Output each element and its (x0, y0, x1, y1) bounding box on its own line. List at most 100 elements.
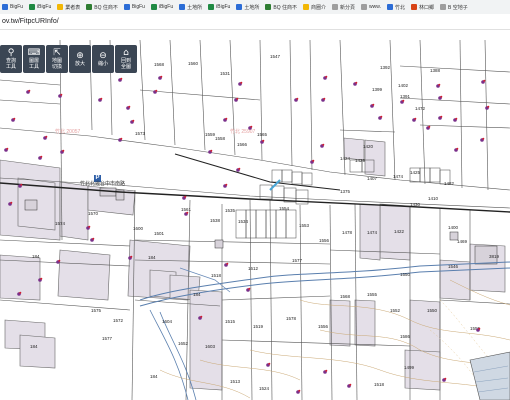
parcel-number[interactable]: 1420 (363, 144, 374, 149)
parcel-pin-icon[interactable] (378, 115, 383, 120)
parcel-number[interactable]: 1578 (286, 316, 297, 321)
parcel-number[interactable]: 1499 (404, 365, 415, 370)
parcel-pin-icon[interactable] (400, 99, 405, 104)
parcel-number[interactable]: 1531 (220, 71, 231, 76)
tool-button[interactable]: ⚲ 查詢 工具 (0, 45, 22, 73)
parcel-pin-icon[interactable] (320, 143, 325, 148)
parcel-pin-icon[interactable] (224, 262, 229, 267)
parcel-number[interactable]: 1547 (270, 54, 281, 59)
parcel-number[interactable]: 1515 (225, 319, 236, 324)
parcel-pin-icon[interactable] (266, 362, 271, 367)
bookmark-item[interactable]: 商圈介 (301, 4, 330, 11)
parcel-pin-icon[interactable] (453, 117, 458, 122)
parcel-number[interactable]: 1469 (457, 239, 468, 244)
bookmark-item[interactable]: 土地所 (177, 4, 206, 11)
bookmark-item[interactable]: B 空地子 (438, 4, 472, 11)
tool-button[interactable]: ⌨ 圖層 工具 (23, 45, 45, 73)
bookmark-item[interactable]: iBigFu (149, 4, 177, 10)
bookmark-item[interactable]: 新分頁 (330, 4, 359, 11)
bookmark-item[interactable]: 土地所 (234, 4, 263, 11)
parcel-pin-icon[interactable] (184, 211, 189, 216)
parcel-number[interactable]: 1573 (135, 131, 146, 136)
parcel-number[interactable]: 1556 (318, 324, 329, 329)
parcel-number[interactable]: 1524 (259, 386, 270, 391)
parcel-pin-icon[interactable] (310, 159, 315, 164)
parcel-number[interactable]: 184 (193, 292, 201, 297)
parcel-number[interactable]: 1472 (415, 106, 426, 111)
bookmark-item[interactable]: BQ 住商不 (263, 4, 301, 11)
parcel-pin-icon[interactable] (438, 95, 443, 100)
parcel-pin-icon[interactable] (238, 81, 243, 86)
parcel-pin-icon[interactable] (323, 369, 328, 374)
parcel-number[interactable]: 1534 (238, 219, 249, 224)
parcel-pin-icon[interactable] (485, 105, 490, 110)
parcel-pin-icon[interactable] (11, 117, 16, 122)
parcel-number[interactable]: 1550 (427, 308, 438, 313)
parcel-number[interactable]: 184 (32, 254, 40, 259)
cadastral-map[interactable]: 竹北 20057 竹北 25907 1568 1573 1531 1547 1560 15… (0, 30, 510, 400)
parcel-number[interactable]: 1652 (178, 341, 189, 346)
parcel-pin-icon[interactable] (481, 79, 486, 84)
parcel-pin-icon[interactable] (436, 83, 441, 88)
parcel-pin-icon[interactable] (323, 75, 328, 80)
parcel-number[interactable]: 1501 (154, 231, 165, 236)
parcel-number[interactable]: 1407 (367, 176, 378, 181)
parcel-pin-icon[interactable] (370, 103, 375, 108)
tool-button[interactable]: ⊖ 縮小 (92, 45, 114, 73)
parcel-pin-icon[interactable] (480, 137, 485, 142)
parcel-number[interactable]: 1553 (299, 223, 310, 228)
parcel-number[interactable]: 1400 (448, 225, 459, 230)
parcel-pin-icon[interactable] (426, 125, 431, 130)
parcel-pin-icon[interactable] (58, 93, 63, 98)
parcel-number[interactable]: 1574 (55, 221, 66, 226)
parcel-number[interactable]: 1429 (355, 158, 366, 163)
bookmark-item[interactable]: BigFu (0, 4, 27, 10)
parcel-pin-icon[interactable] (246, 287, 251, 292)
parcel-pin-icon[interactable] (158, 75, 163, 80)
parcel-number[interactable]: 1430 (410, 202, 421, 207)
parcel-pin-icon[interactable] (347, 383, 352, 388)
parcel-pin-icon[interactable] (126, 105, 131, 110)
parcel-number[interactable]: 1552 (390, 308, 401, 313)
parcel-pin-icon[interactable] (43, 135, 48, 140)
parcel-number[interactable]: 1518 (374, 382, 385, 387)
parcel-number[interactable]: 1559 (205, 132, 216, 137)
parcel-pin-icon[interactable] (153, 89, 158, 94)
parcel-pin-icon[interactable] (260, 139, 265, 144)
parcel-number[interactable]: 1565 (257, 132, 268, 137)
parcel-number[interactable]: 1570 (88, 211, 99, 216)
parcel-number[interactable]: 1538 (210, 218, 221, 223)
parcel-pin-icon[interactable] (4, 147, 9, 152)
parcel-number[interactable]: 1577 (292, 258, 303, 263)
parcel-pin-icon[interactable] (182, 195, 187, 200)
parcel-number[interactable]: 1612 (248, 266, 259, 271)
parcel-pin-icon[interactable] (26, 89, 31, 94)
parcel-number[interactable]: 1575 (91, 308, 102, 313)
parcel-number[interactable]: 1566 (237, 142, 248, 147)
parcel-number[interactable]: 1422 (394, 229, 405, 234)
parcel-number[interactable]: 1558 (215, 136, 226, 141)
parcel-number[interactable]: 1572 (113, 318, 124, 323)
parcel-number[interactable]: 3819 (489, 254, 500, 259)
parcel-pin-icon[interactable] (118, 77, 123, 82)
bookmark-item[interactable]: 業者表 (55, 4, 84, 11)
parcel-number[interactable]: 1391 (400, 94, 411, 99)
parcel-pin-icon[interactable] (208, 149, 213, 154)
parcel-pin-icon[interactable] (223, 117, 228, 122)
parcel-pin-icon[interactable] (296, 389, 301, 394)
parcel-pin-icon[interactable] (90, 237, 95, 242)
parcel-pin-icon[interactable] (438, 115, 443, 120)
parcel-number[interactable]: 1424 (340, 156, 351, 161)
parcel-pin-icon[interactable] (223, 183, 228, 188)
parcel-number[interactable]: 184 (30, 344, 38, 349)
parcel-number[interactable]: 1600 (133, 226, 144, 231)
parcel-number[interactable]: 1546 (448, 264, 459, 269)
parcel-number[interactable]: 1560 (188, 61, 199, 66)
parcel-pin-icon[interactable] (98, 97, 103, 102)
parcel-pin-icon[interactable] (321, 97, 326, 102)
parcel-number[interactable]: 1402 (398, 83, 409, 88)
parcel-pin-icon[interactable] (236, 167, 241, 172)
parcel-number[interactable]: 1474 (393, 174, 404, 179)
parcel-number[interactable]: 1554 (279, 206, 290, 211)
bookmark-item[interactable]: BigFu (122, 4, 149, 10)
